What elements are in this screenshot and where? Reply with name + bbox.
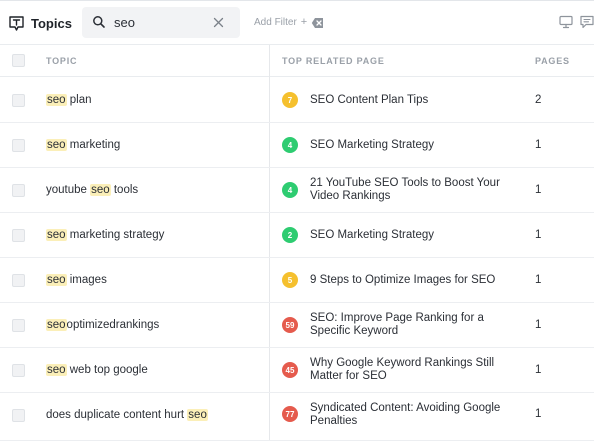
close-icon[interactable]: [212, 16, 225, 29]
search-highlight: seo: [46, 94, 67, 106]
topic-link[interactable]: youtube seo tools: [46, 184, 138, 196]
row-checkbox[interactable]: [12, 319, 25, 332]
search-icon: [92, 15, 106, 29]
score-badge: 45: [282, 362, 298, 378]
pages-count: 2: [535, 94, 542, 106]
related-page-link[interactable]: SEO Marketing Strategy: [310, 139, 510, 152]
related-page-link[interactable]: Why Google Keyword Rankings Still Matter…: [310, 357, 510, 383]
comment-icon[interactable]: [580, 15, 594, 29]
search-highlight: seo: [46, 139, 67, 151]
score-badge: 59: [282, 317, 298, 333]
topic-link[interactable]: does duplicate content hurt seo: [46, 409, 208, 421]
column-header-pages[interactable]: PAGES: [535, 56, 570, 66]
related-page-link[interactable]: SEO Content Plan Tips: [310, 94, 510, 107]
table-row[interactable]: does duplicate content hurt seo 77 Syndi…: [0, 393, 594, 441]
search-highlight: seo: [90, 184, 111, 196]
topic-link[interactable]: seo marketing strategy: [46, 229, 164, 241]
related-page-link[interactable]: Syndicated Content: Avoiding Google Pena…: [310, 402, 510, 428]
row-checkbox[interactable]: [12, 409, 25, 422]
topic-text: optimizedrankings: [66, 319, 160, 331]
search-highlight: seo: [46, 229, 67, 241]
search-highlight: seo: [187, 409, 208, 421]
table-row[interactable]: seooptimizedrankings 59 SEO: Improve Pag…: [0, 303, 594, 348]
row-checkbox[interactable]: [12, 139, 25, 152]
pages-count: 1: [535, 408, 542, 420]
presentation-icon[interactable]: [559, 15, 573, 29]
topic-text: marketing: [66, 139, 121, 151]
search-highlight: seo: [46, 274, 67, 286]
score-badge: 4: [282, 137, 298, 153]
topic-link[interactable]: seo images: [46, 274, 107, 286]
topic-text: does duplicate content hurt: [46, 409, 188, 421]
topics-icon: [8, 15, 25, 32]
related-page-link[interactable]: SEO Marketing Strategy: [310, 229, 510, 242]
pages-count: 1: [535, 229, 542, 241]
pages-count: 1: [535, 139, 542, 151]
topic-link[interactable]: seo web top google: [46, 364, 148, 376]
table-row[interactable]: seo plan 7 SEO Content Plan Tips 2: [0, 78, 594, 123]
pages-count: 1: [535, 364, 542, 376]
topic-link[interactable]: seo marketing: [46, 139, 120, 151]
topic-text: plan: [66, 94, 92, 106]
clear-filters-icon[interactable]: [311, 16, 324, 28]
table-row[interactable]: seo web top google 45 Why Google Keyword…: [0, 348, 594, 393]
column-header-top-related-page[interactable]: TOP RELATED PAGE: [282, 56, 385, 66]
topic-link[interactable]: seo plan: [46, 94, 91, 106]
score-badge: 5: [282, 272, 298, 288]
topic-text: images: [66, 274, 107, 286]
column-header-topic[interactable]: TOPIC: [46, 56, 77, 66]
score-badge: 7: [282, 92, 298, 108]
table-row[interactable]: youtube seo tools 4 21 YouTube SEO Tools…: [0, 168, 594, 213]
add-filter-button[interactable]: Add Filter +: [254, 16, 307, 28]
page-title: Topics: [31, 15, 72, 31]
topic-text: marketing strategy: [66, 229, 165, 241]
related-page-link[interactable]: 9 Steps to Optimize Images for SEO: [310, 274, 510, 287]
pages-count: 1: [535, 274, 542, 286]
topic-text: tools: [110, 184, 139, 196]
row-checkbox[interactable]: [12, 229, 25, 242]
plus-icon: +: [300, 16, 308, 28]
score-badge: 4: [282, 182, 298, 198]
pages-count: 1: [535, 319, 542, 331]
related-page-link[interactable]: 21 YouTube SEO Tools to Boost Your Video…: [310, 177, 510, 203]
add-filter-label: Add Filter: [254, 16, 297, 28]
table-row[interactable]: seo marketing strategy 2 SEO Marketing S…: [0, 213, 594, 258]
search-highlight: seo: [46, 319, 67, 331]
related-page-link[interactable]: SEO: Improve Page Ranking for a Specific…: [310, 312, 510, 338]
score-badge: 2: [282, 227, 298, 243]
topic-text: youtube: [46, 184, 91, 196]
topic-link[interactable]: seooptimizedrankings: [46, 319, 159, 331]
brand: Topics: [8, 13, 72, 33]
select-all-checkbox[interactable]: [12, 54, 25, 67]
score-badge: 77: [282, 406, 298, 422]
row-checkbox[interactable]: [12, 94, 25, 107]
top-bar: Topics Add Filter +: [0, 0, 594, 45]
row-checkbox[interactable]: [12, 274, 25, 287]
topic-text: web top google: [66, 364, 148, 376]
table-row[interactable]: seo images 5 9 Steps to Optimize Images …: [0, 258, 594, 303]
search-highlight: seo: [46, 364, 67, 376]
pages-count: 1: [535, 184, 542, 196]
table-row[interactable]: seo marketing 4 SEO Marketing Strategy 1: [0, 123, 594, 168]
search-box[interactable]: [82, 7, 240, 38]
search-input[interactable]: [114, 13, 210, 32]
top-border: [0, 0, 594, 1]
row-checkbox[interactable]: [12, 184, 25, 197]
table-header: TOPIC TOP RELATED PAGE PAGES: [0, 45, 594, 77]
row-checkbox[interactable]: [12, 364, 25, 377]
